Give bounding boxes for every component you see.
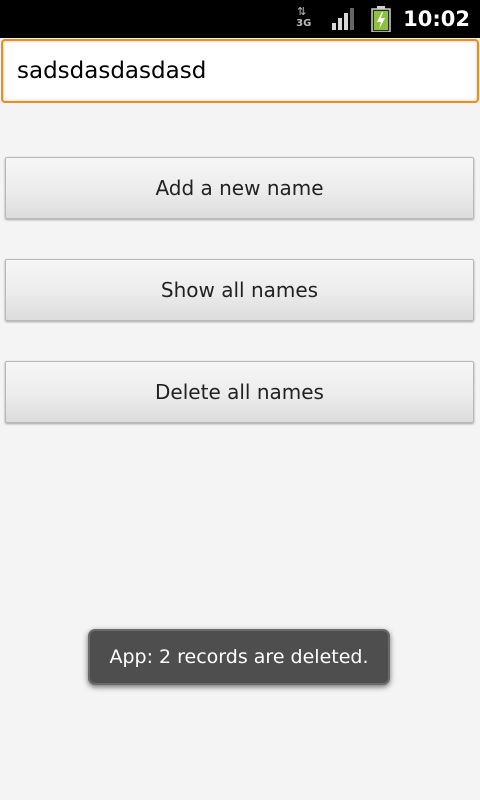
status-icons: ⇅ 3G 10:02 <box>295 0 480 38</box>
show-names-button[interactable]: Show all names <box>5 259 474 321</box>
data-transfer-arrows-icon: ⇅ <box>297 5 306 18</box>
delete-names-button[interactable]: Delete all names <box>5 361 474 423</box>
name-input-container[interactable] <box>1 39 479 103</box>
network-type-label: 3G <box>296 18 312 29</box>
add-name-button[interactable]: Add a new name <box>5 157 474 219</box>
toast-text: App: 2 records are deleted. <box>109 646 369 668</box>
data-arrows-icon: ⇅ 3G <box>295 5 313 31</box>
status-bar: ⇅ 3G 10:02 <box>0 0 480 38</box>
name-input[interactable] <box>17 41 457 101</box>
battery-charging-icon <box>371 6 391 32</box>
toast-message: App: 2 records are deleted. <box>88 629 390 685</box>
status-clock: 10:02 <box>403 7 470 31</box>
signal-strength-icon <box>332 8 355 30</box>
